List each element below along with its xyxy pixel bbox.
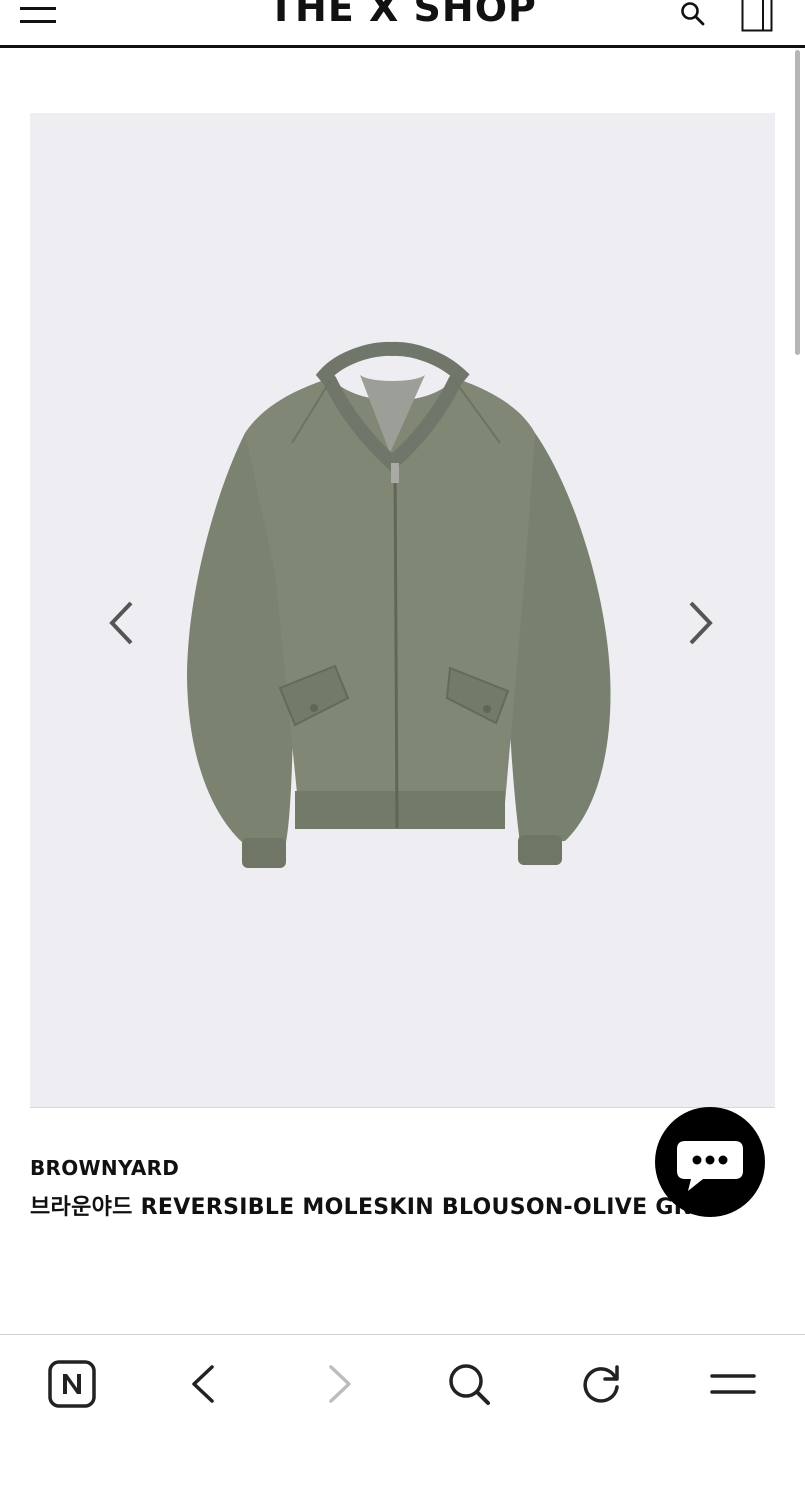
forward-icon[interactable]: [313, 1359, 363, 1409]
chevron-right-icon[interactable]: [678, 593, 718, 653]
naver-icon[interactable]: [47, 1359, 97, 1409]
chat-bubble-icon: [677, 1141, 743, 1191]
chat-button[interactable]: [655, 1107, 765, 1217]
back-icon[interactable]: [180, 1359, 230, 1409]
search-icon[interactable]: [444, 1359, 494, 1409]
site-header: THE X SHOP: [0, 0, 805, 48]
browser-toolbar: [0, 1334, 805, 1501]
product-brand: BROWNYARD: [30, 1156, 180, 1180]
chevron-left-icon[interactable]: [104, 593, 144, 653]
refresh-icon[interactable]: [576, 1359, 626, 1409]
shopping-bag-icon[interactable]: [741, 0, 773, 32]
menu-icon[interactable]: [708, 1359, 758, 1409]
product-image-carousel[interactable]: [30, 113, 775, 1108]
product-name: 브라운야드 REVERSIBLE MOLESKIN BLOUSON-OLIVE …: [30, 1195, 723, 1220]
page-scrollbar[interactable]: [795, 50, 800, 355]
search-icon[interactable]: [678, 0, 706, 28]
